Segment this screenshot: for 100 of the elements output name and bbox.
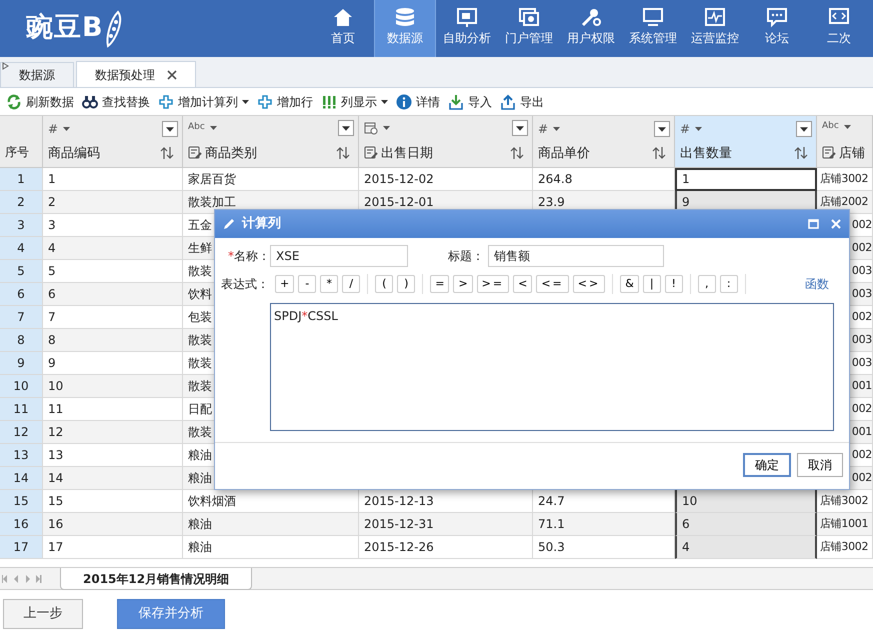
row-number: 10 [0,375,43,398]
operator-button[interactable]: >= [476,275,510,293]
toolbar-button[interactable]: 列显示 [317,90,392,114]
info-icon [396,94,412,110]
row-number: 1 [0,168,43,191]
operator-button[interactable]: / [342,275,360,293]
operator-button[interactable]: < [513,275,532,293]
table-cell: 2015-12-31 [359,513,533,536]
field-label: 标题： [448,248,484,265]
windows-gear-icon [518,6,540,28]
toolbar-button[interactable]: 增加计算列 [154,90,253,114]
table-cell: 16 [43,513,183,536]
operator-button[interactable]: <> [572,275,606,293]
save-analyze-button[interactable]: 保存并分析 [117,598,225,628]
dialog-button[interactable]: 取消 [797,453,843,477]
row-number: 9 [0,352,43,375]
caret-icon [800,126,808,132]
close-icon[interactable] [167,70,177,80]
dropdown-button[interactable] [654,121,670,137]
refresh-icon [6,94,22,110]
sort-icon[interactable] [336,146,350,160]
import-icon [448,94,464,110]
plus-icon [257,94,273,110]
nav-item[interactable]: 门户管理 [498,0,560,57]
caret-icon [166,126,174,132]
row-number: 8 [0,329,43,352]
nav-item[interactable]: 首页 [312,0,374,57]
nav-item[interactable]: 运营监控 [684,0,746,57]
tab[interactable]: 数据预处理 [76,61,196,87]
column-header[interactable]: # 商品单价 [533,116,675,168]
table-cell: 17 [43,536,183,559]
dropdown-button[interactable] [162,121,178,137]
column-header[interactable]: 出售日期 [359,116,533,168]
expand-icon[interactable] [2,62,9,70]
nav-item[interactable]: 论坛 [746,0,808,57]
caret-icon [695,127,702,131]
nav-item[interactable]: 自助分析 [436,0,498,57]
toolbar-button[interactable]: 增加行 [253,90,317,114]
operator-button[interactable]: * [320,275,338,293]
row-number: 11 [0,398,43,421]
caret-icon [383,126,390,130]
table-cell: 店铺1001 [817,513,873,536]
toolbar-button[interactable]: 导出 [496,90,548,114]
caret-icon [342,126,350,130]
column-header[interactable]: Abc 店铺 [817,116,873,168]
operator-button[interactable]: ( [375,275,394,293]
sort-icon[interactable] [510,146,524,160]
column-header[interactable]: Abc 商品类别 [183,116,359,168]
table-cell: 4 [43,237,183,260]
row-number: 12 [0,421,43,444]
operator-button[interactable]: <= [536,275,569,293]
nav-item[interactable]: 系统管理 [622,0,684,57]
binoculars-icon [82,94,98,110]
toolbar-button[interactable]: 详情 [392,90,444,114]
operator-button[interactable]: ! [664,275,683,293]
operator-button[interactable]: - [298,275,316,293]
expression-field[interactable]: SPDJ*CSSL [270,303,834,431]
operator-button[interactable]: + [275,275,294,293]
nav-item[interactable]: 用户权限 [560,0,622,57]
title-field[interactable]: 销售额 [488,245,664,267]
operator-button[interactable]: | [642,275,661,293]
maximize-icon[interactable] [808,219,819,229]
sort-icon[interactable] [794,146,808,160]
sheet-tab[interactable]: 2015年12月销售情况明细 [60,568,252,590]
sort-icon[interactable] [652,146,666,160]
caret-icon [658,126,666,132]
table-cell: 8 [43,329,183,352]
operator-button[interactable]: > [453,275,473,293]
dropdown-button[interactable] [512,120,528,136]
toolbar-button[interactable]: 查找替换 [78,90,154,114]
column-name: 出售日期 [381,144,433,162]
operator-button[interactable]: & [620,275,639,293]
operator-button[interactable]: , [698,275,716,293]
table-cell: 6 [675,513,817,536]
toolbar-button[interactable]: 刷新数据 [2,90,78,114]
table-cell: 12 [43,421,183,444]
type-label: # [538,121,548,138]
sort-icon[interactable] [160,146,174,160]
export-icon [500,94,516,110]
dropdown-button[interactable] [796,121,812,137]
nav-item[interactable]: 二次 [808,0,870,57]
dropdown-button[interactable] [338,120,354,136]
row-number: 14 [0,467,43,490]
operator-button[interactable]: = [430,275,450,293]
name-field[interactable]: XSE [270,245,408,267]
chat-icon [766,6,788,28]
table-cell: 14 [43,467,183,490]
column-header[interactable]: # 出售数量 [675,116,817,168]
operator-button[interactable]: : [720,275,738,293]
table-cell: 10 [675,490,817,513]
column-header[interactable]: # 商品编码 [43,116,183,168]
column-name: 店铺 [839,144,865,162]
operator-button[interactable]: ) [397,275,416,293]
tab[interactable]: 数据源 [0,62,74,87]
toolbar-button[interactable]: 导入 [444,90,496,114]
dialog-button[interactable]: 确定 [743,453,791,477]
pulse-monitor-icon [704,6,726,28]
column-name: 商品类别 [205,144,257,162]
table-cell: 71.1 [533,513,675,536]
back-button[interactable]: 上一步 [3,598,83,628]
